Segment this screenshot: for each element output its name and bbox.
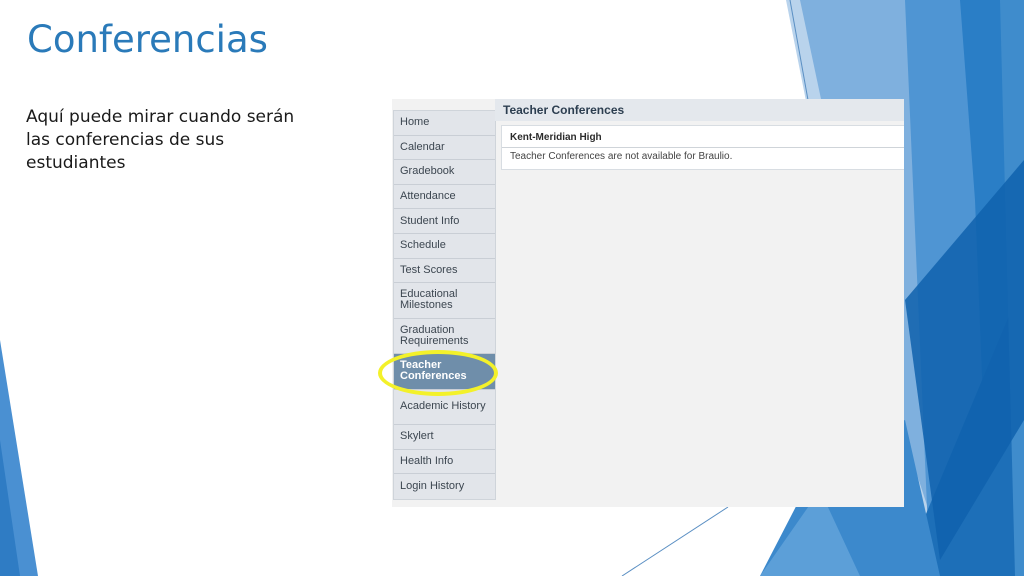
nav-item-login-history[interactable]: Login History [394, 474, 495, 499]
slide: Conferencias Aquí puede mirar cuando ser… [0, 0, 1024, 576]
page-heading: Teacher Conferences [495, 99, 904, 121]
nav-item-home[interactable]: Home [394, 111, 495, 136]
nav-item-student-info[interactable]: Student Info [394, 209, 495, 234]
nav-item-academic-history[interactable]: Academic History [394, 390, 495, 426]
availability-message: Teacher Conferences are not available fo… [510, 151, 733, 162]
nav-item-calendar[interactable]: Calendar [394, 136, 495, 161]
nav-item-gradebook[interactable]: Gradebook [394, 160, 495, 185]
nav-item-graduation-requirements[interactable]: Graduation Requirements [394, 319, 495, 355]
content-area: Teacher Conferences Kent-Meridian High T… [495, 99, 904, 507]
sidebar-nav: Home Calendar Gradebook Attendance Stude… [393, 110, 496, 500]
nav-item-educational-milestones[interactable]: Educational Milestones [394, 283, 495, 319]
nav-item-teacher-conferences[interactable]: Teacher Conferences [394, 354, 495, 390]
slide-title: Conferencias [27, 18, 268, 61]
nav-item-test-scores[interactable]: Test Scores [394, 259, 495, 284]
school-name: Kent-Meridian High [502, 128, 904, 148]
nav-item-attendance[interactable]: Attendance [394, 185, 495, 210]
nav-item-health-info[interactable]: Health Info [394, 450, 495, 475]
nav-item-schedule[interactable]: Schedule [394, 234, 495, 259]
slide-body-text: Aquí puede mirar cuando serán las confer… [26, 107, 295, 173]
conference-card: Kent-Meridian High Teacher Conferences a… [501, 125, 904, 170]
portal-screenshot: Home Calendar Gradebook Attendance Stude… [392, 99, 904, 507]
nav-item-skylert[interactable]: Skylert [394, 425, 495, 450]
